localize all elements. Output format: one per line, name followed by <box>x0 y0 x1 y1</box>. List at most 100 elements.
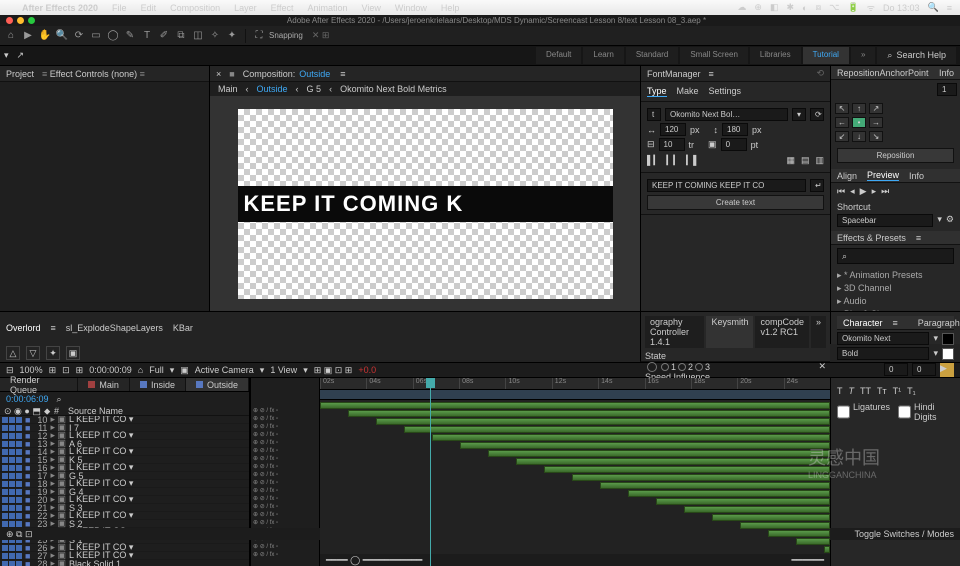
italic-icon[interactable]: T <box>849 386 855 396</box>
menu-view[interactable]: View <box>362 3 381 13</box>
status-icon[interactable]: ◧ <box>770 2 779 13</box>
speed-in[interactable]: 0 <box>884 363 908 376</box>
reposition-button[interactable]: Reposition <box>837 148 954 163</box>
tl-tab-inside[interactable]: Inside <box>130 378 186 391</box>
fill-swatch[interactable] <box>942 333 954 345</box>
super-icon[interactable]: T¹ <box>893 386 902 396</box>
zoom-tool-icon[interactable]: 🔍 <box>55 29 69 43</box>
preview-tab[interactable]: Preview <box>867 170 899 181</box>
bc-font[interactable]: Okomito Next Bold Metrics <box>340 84 447 94</box>
anchor-br[interactable]: ↘ <box>869 131 883 142</box>
anchor-tr[interactable]: ↗ <box>869 103 883 114</box>
character-tab[interactable]: Character <box>843 318 883 328</box>
text-input[interactable]: KEEP IT COMING KEEP IT CO <box>647 179 806 192</box>
tab-effect-controls[interactable]: Effect Controls (none) <box>50 69 137 79</box>
preset-item[interactable]: ▸ Blur & Sharpen <box>837 308 954 311</box>
preset-item[interactable]: ▸ 3D Channel <box>837 282 954 295</box>
maximize-icon[interactable] <box>28 17 35 24</box>
workspace-standard[interactable]: Standard <box>626 47 678 64</box>
refresh-icon[interactable]: ⟳ <box>810 108 824 121</box>
menu-animation[interactable]: Animation <box>307 3 347 13</box>
paragraph-tab[interactable]: Paragraph <box>918 318 960 328</box>
preset-search[interactable]: ⌕ <box>837 248 954 264</box>
workspace-libraries[interactable]: Libraries <box>750 47 801 64</box>
battery-icon[interactable]: 🔋 <box>848 2 859 13</box>
fm-tab-settings[interactable]: Settings <box>709 86 742 97</box>
overlord-tab[interactable]: Overlord <box>6 323 41 333</box>
play-icon[interactable]: ▶ <box>860 186 867 197</box>
menu-file[interactable]: File <box>112 3 127 13</box>
menu-edit[interactable]: Edit <box>141 3 157 13</box>
playhead[interactable] <box>430 378 431 566</box>
menu-layer[interactable]: Layer <box>234 3 257 13</box>
orbit-tool-icon[interactable]: ⟳ <box>72 29 86 43</box>
preset-item[interactable]: ▸ * Animation Presets <box>837 269 954 282</box>
search-help[interactable]: Search Help <box>896 50 946 61</box>
ligatures-check[interactable] <box>837 402 850 422</box>
align-center-icon[interactable]: ▎▎ <box>666 155 680 166</box>
dropdown-icon[interactable]: ▾ <box>4 50 9 61</box>
brush-tool-icon[interactable]: ✐ <box>157 29 171 43</box>
hand-tool-icon[interactable]: ✋ <box>38 29 52 43</box>
grid-icon[interactable]: ▦ <box>786 155 795 166</box>
menu-effect[interactable]: Effect <box>271 3 294 13</box>
char-weight[interactable]: Bold <box>837 347 929 360</box>
selection-tool-icon[interactable]: ▶ <box>21 29 35 43</box>
bold-icon[interactable]: T <box>837 386 843 396</box>
bc-g5[interactable]: G 5 <box>307 84 322 94</box>
anchor-c[interactable]: • <box>852 117 866 128</box>
apply-icon[interactable]: ↵ <box>810 179 824 192</box>
fontmanager-title[interactable]: FontManager <box>647 69 701 79</box>
tl-tab-main[interactable]: Main <box>78 378 130 391</box>
clock[interactable]: Do 13:03 <box>883 3 920 13</box>
grid2-icon[interactable]: ▤ <box>801 155 810 166</box>
fm-tab-type[interactable]: Type <box>647 86 667 97</box>
anchor-l[interactable]: ← <box>835 117 849 128</box>
menu-window[interactable]: Window <box>395 3 427 13</box>
ov-icon-2[interactable]: ▽ <box>26 346 40 360</box>
anchor-tl[interactable]: ↖ <box>835 103 849 114</box>
eraser-tool-icon[interactable]: ◫ <box>191 29 205 43</box>
menu-composition[interactable]: Composition <box>170 3 220 13</box>
menu-help[interactable]: Help <box>441 3 460 13</box>
next-frame-icon[interactable]: ▸ <box>872 186 877 197</box>
char-font[interactable]: Okomito Next <box>837 332 929 345</box>
toggle-switches[interactable]: Toggle Switches / Modes <box>854 529 954 539</box>
tl-search-icon[interactable]: ⌕ <box>57 394 62 405</box>
font-icon[interactable]: t <box>647 108 661 121</box>
anchor-bl[interactable]: ↙ <box>835 131 849 142</box>
anchor-r[interactable]: → <box>869 117 883 128</box>
pen-tool-icon[interactable]: ✎ <box>123 29 137 43</box>
snap-icon[interactable]: ⛶ <box>252 29 266 43</box>
zoom-value[interactable]: 100% <box>20 365 43 375</box>
puppet-tool-icon[interactable]: ✦ <box>225 29 239 43</box>
explode-tab[interactable]: sl_ExplodeShapeLayers <box>66 323 163 333</box>
align-right-icon[interactable]: ▎▌ <box>686 155 699 166</box>
info-tab[interactable]: Info <box>909 171 924 181</box>
bc-main[interactable]: Main <box>218 84 238 94</box>
minimize-icon[interactable] <box>17 17 24 24</box>
height-value[interactable]: 180 <box>722 123 748 136</box>
reposition-value[interactable]: 1 <box>937 83 957 96</box>
views-select[interactable]: 1 View <box>270 365 297 375</box>
bc-outside[interactable]: Outside <box>257 84 288 94</box>
kbar-tab[interactable]: KBar <box>173 323 193 333</box>
ellipse-tool-icon[interactable]: ◯ <box>106 29 120 43</box>
anchor-t[interactable]: ↑ <box>852 103 866 114</box>
apply-speed-icon[interactable]: ▶ <box>940 363 954 377</box>
state-dot[interactable] <box>647 362 657 372</box>
workspace-small[interactable]: Small Screen <box>680 47 748 64</box>
rect-tool-icon[interactable]: ▭ <box>89 29 103 43</box>
sub-icon[interactable]: T₁ <box>907 386 916 396</box>
ov-icon-3[interactable]: ✦ <box>46 346 60 360</box>
hindi-check[interactable] <box>898 402 911 422</box>
ks-tab1[interactable]: ography Controller 1.4.1 <box>645 316 704 348</box>
clone-tool-icon[interactable]: ⧉ <box>174 29 188 43</box>
menu-icon[interactable]: ≡ <box>947 3 952 13</box>
ov-icon-4[interactable]: ▣ <box>66 346 80 360</box>
ov-icon-1[interactable]: △ <box>6 346 20 360</box>
anchor-b[interactable]: ↓ <box>852 131 866 142</box>
share-icon[interactable]: ↗ <box>17 50 25 61</box>
status-icon[interactable]: ⌥ <box>829 2 839 13</box>
workspace-more[interactable]: » <box>851 47 875 64</box>
